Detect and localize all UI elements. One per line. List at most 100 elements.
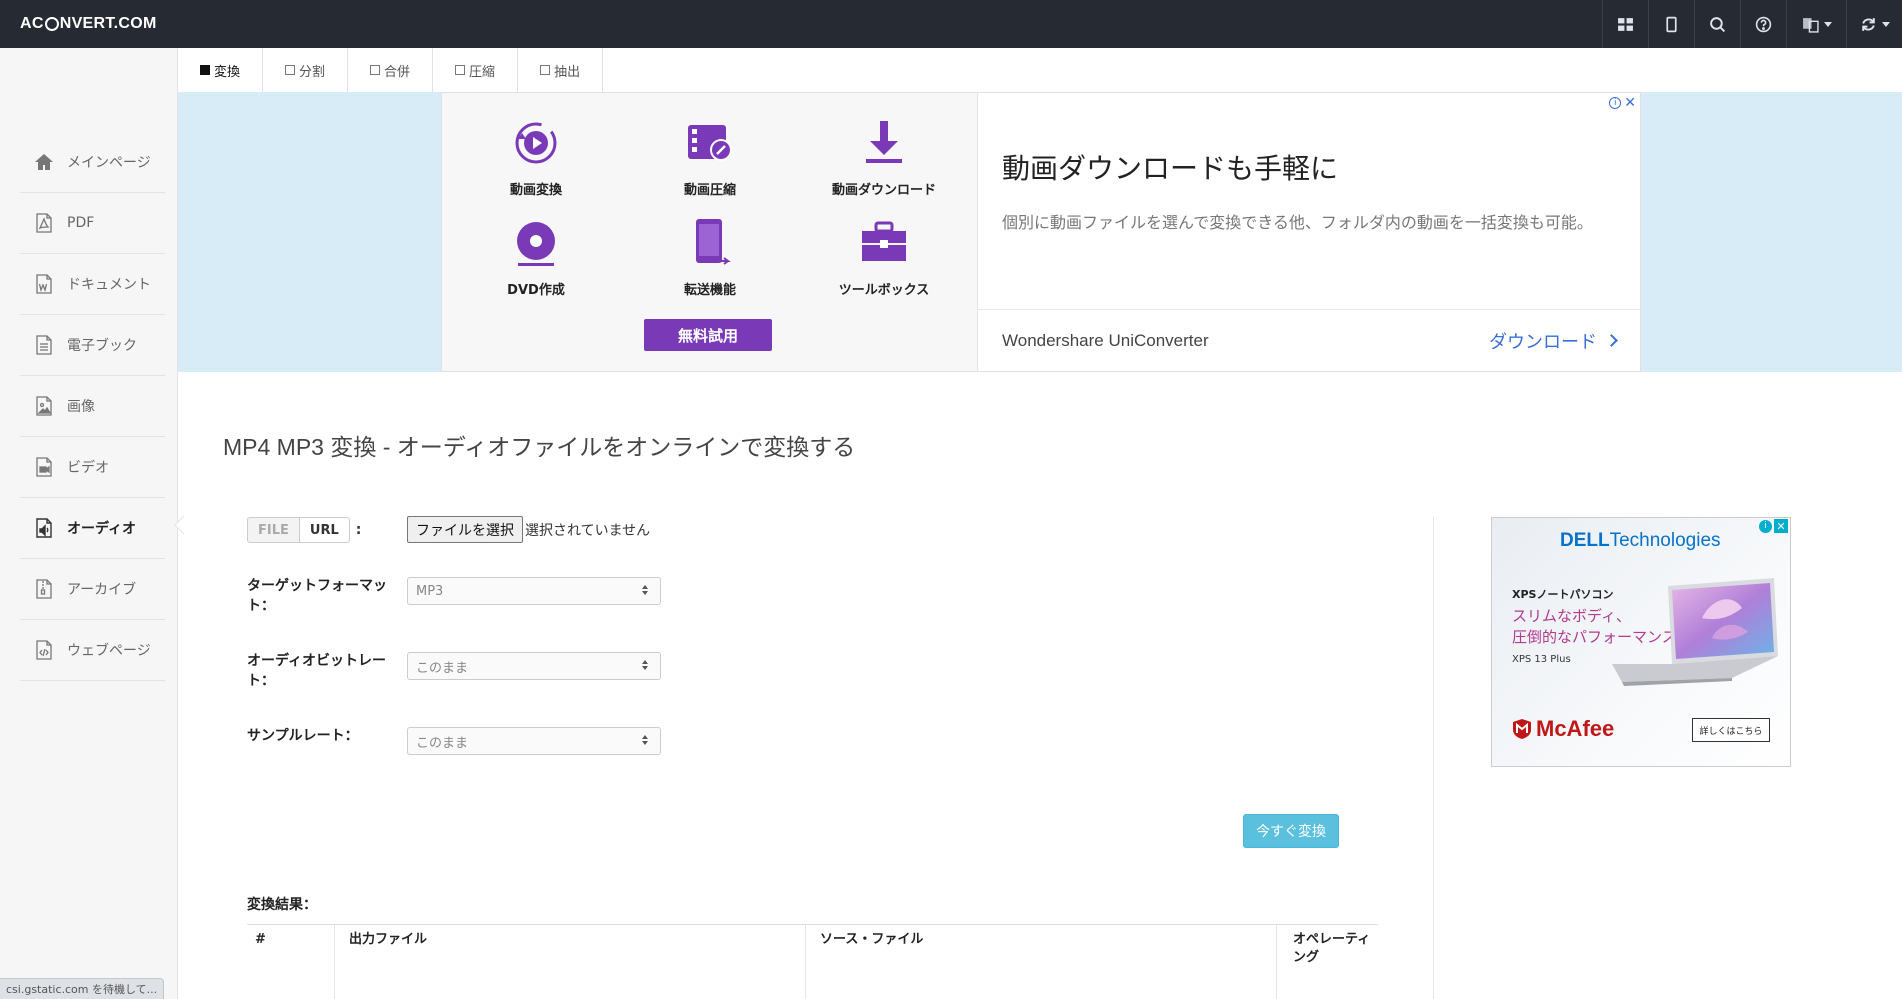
ad-choices[interactable]: i ✕ bbox=[1759, 519, 1788, 533]
sidebar-item-document[interactable]: ドキュメント bbox=[20, 254, 165, 315]
sidebar-item-audio[interactable]: オーディオ bbox=[20, 498, 194, 559]
toolbox-icon bbox=[862, 221, 906, 261]
mcafee-text: McAfee bbox=[1536, 716, 1615, 741]
sidebar-item-label: ウェブページ bbox=[67, 643, 151, 659]
grid-icon bbox=[1618, 17, 1633, 31]
sidebar-item-label: オーディオ bbox=[67, 521, 137, 537]
download-icon bbox=[866, 121, 902, 163]
help-button[interactable] bbox=[1740, 0, 1786, 48]
convert-now-button[interactable]: 今すぐ変換 bbox=[1243, 814, 1339, 848]
info-icon: i bbox=[1759, 519, 1772, 533]
dvd-icon bbox=[517, 222, 555, 266]
chevron-right-icon bbox=[1605, 334, 1618, 347]
sidebar-item-pdf[interactable]: PDF bbox=[20, 193, 165, 254]
target-format-label: ターゲットフォーマット： bbox=[247, 578, 387, 614]
content-divider bbox=[1433, 517, 1434, 999]
top-navbar: AC NVERT.COM bbox=[0, 0, 1902, 48]
ad-text-panel: i ✕ 動画ダウンロードも手軽に 個別に動画ファイルを選んで変換できる他、フォルダ… bbox=[978, 93, 1640, 371]
sidebar-item-video[interactable]: ビデオ bbox=[20, 437, 165, 498]
sample-rate-value: このまま bbox=[416, 735, 469, 751]
source-toggle: FILE URL : bbox=[247, 517, 361, 543]
ad-feature-panel: 動画変換 動画圧縮 動画ダウンロード DVD作成 転送機能 ツールボックス 無料… bbox=[442, 93, 978, 371]
ad-feature-toolbox[interactable]: ツールボックス bbox=[797, 217, 971, 317]
mobile-button[interactable] bbox=[1648, 0, 1694, 48]
mcafee-shield-icon bbox=[1513, 719, 1531, 739]
ad-download-label: ダウンロード bbox=[1489, 331, 1597, 353]
side-ad[interactable]: i ✕ DELLTechnologies XPSノートパソコン スリムなボディ、 … bbox=[1491, 517, 1791, 767]
sidebar-item-webpage[interactable]: ウェブページ bbox=[20, 620, 165, 681]
sidebar-item-home[interactable]: メインページ bbox=[20, 132, 165, 193]
ad-learn-more-button[interactable]: 詳しくはこちら bbox=[1692, 718, 1770, 742]
ad-feature-grid: 動画変換 動画圧縮 動画ダウンロード DVD作成 転送機能 ツールボックス bbox=[449, 117, 971, 317]
dell-logo: DELLTechnologies bbox=[1560, 530, 1721, 552]
bitrate-select[interactable]: このまま bbox=[407, 652, 661, 680]
ad-free-trial-button[interactable]: 無料試用 bbox=[644, 319, 772, 351]
select-arrows-icon bbox=[642, 660, 648, 670]
word-file-icon bbox=[33, 273, 55, 295]
ad-headline: 動画ダウンロードも手軽に bbox=[1002, 152, 1339, 185]
close-icon[interactable]: ✕ bbox=[1774, 519, 1788, 533]
ad-feature-label: DVD作成 bbox=[507, 283, 565, 298]
language-dropdown[interactable] bbox=[1786, 0, 1846, 48]
checkbox-icon bbox=[285, 65, 296, 75]
site-logo[interactable]: AC NVERT.COM bbox=[20, 15, 157, 33]
active-indicator bbox=[174, 515, 194, 535]
close-icon[interactable]: ✕ bbox=[1624, 95, 1636, 111]
mcafee-logo: McAfee bbox=[1512, 716, 1614, 742]
ad-feature-video-download[interactable]: 動画ダウンロード bbox=[797, 117, 971, 217]
video-file-icon bbox=[33, 456, 55, 478]
top-ad-banner[interactable]: 動画変換 動画圧縮 動画ダウンロード DVD作成 転送機能 ツールボックス 無料… bbox=[441, 92, 1641, 372]
sidebar-item-label: メインページ bbox=[67, 155, 151, 171]
ad-feature-video-convert[interactable]: 動画変換 bbox=[449, 117, 623, 217]
sidebar-item-image[interactable]: 画像 bbox=[20, 376, 165, 437]
logo-suffix: NVERT.COM bbox=[59, 15, 157, 32]
search-button[interactable] bbox=[1694, 0, 1740, 48]
bitrate-value: このまま bbox=[416, 660, 469, 676]
sidebar-item-archive[interactable]: アーカイブ bbox=[20, 559, 165, 620]
tab-extract[interactable]: 抽出 bbox=[518, 48, 604, 92]
source-file-tab[interactable]: FILE bbox=[247, 517, 300, 543]
tab-merge[interactable]: 合併 bbox=[348, 48, 434, 92]
choose-file-button[interactable]: ファイルを選択 bbox=[407, 516, 523, 543]
sidebar-item-label: ビデオ bbox=[67, 460, 109, 476]
tab-split[interactable]: 分割 bbox=[263, 48, 349, 92]
checkbox-checked-icon bbox=[200, 65, 210, 75]
header-actions bbox=[1602, 0, 1902, 48]
sample-rate-select[interactable]: このまま bbox=[407, 727, 661, 755]
mobile-icon bbox=[1666, 16, 1677, 32]
sidebar-item-label: ドキュメント bbox=[67, 277, 151, 293]
sidebar-item-ebook[interactable]: 電子ブック bbox=[20, 315, 165, 376]
ad-footer: Wondershare UniConverter ダウンロード bbox=[978, 309, 1640, 371]
ad-feature-dvd[interactable]: DVD作成 bbox=[449, 217, 623, 317]
select-arrows-icon bbox=[642, 585, 648, 595]
apps-grid-button[interactable] bbox=[1602, 0, 1648, 48]
archive-file-icon bbox=[33, 578, 55, 600]
no-file-text: 選択されていません bbox=[525, 523, 651, 539]
ad-feature-video-compress[interactable]: 動画圧縮 bbox=[623, 117, 797, 217]
ad-feature-transfer[interactable]: 転送機能 bbox=[623, 217, 797, 317]
source-colon: : bbox=[355, 522, 362, 538]
laptop-image bbox=[1612, 578, 1778, 686]
tab-label: 変換 bbox=[214, 64, 241, 80]
ad-download-link[interactable]: ダウンロード bbox=[1489, 328, 1618, 354]
refresh-icon bbox=[1861, 17, 1875, 31]
page-title: MP4 MP3 変換 - オーディオファイルをオンラインで変換する bbox=[223, 434, 856, 460]
ad-feature-label: 動画変換 bbox=[509, 183, 562, 198]
tab-label: 抽出 bbox=[554, 64, 581, 80]
chevron-down-icon bbox=[1881, 21, 1890, 27]
source-url-tab[interactable]: URL bbox=[299, 517, 350, 543]
column-header-source: ソース・ファイル bbox=[820, 932, 924, 947]
column-header-output: 出力ファイル bbox=[349, 932, 428, 947]
ad-model: XPS 13 Plus bbox=[1512, 654, 1571, 665]
sidebar-item-label: 電子ブック bbox=[67, 338, 137, 354]
video-compress-icon bbox=[688, 125, 732, 161]
select-arrows-icon bbox=[642, 735, 648, 745]
refresh-dropdown[interactable] bbox=[1846, 0, 1902, 48]
tab-convert[interactable]: 変換 bbox=[178, 48, 264, 92]
target-format-select[interactable]: MP3 bbox=[407, 577, 661, 605]
ad-choices[interactable]: i ✕ bbox=[1609, 95, 1636, 111]
results-label: 変換結果： bbox=[247, 897, 317, 913]
pdf-file-icon bbox=[33, 212, 55, 234]
tab-compress[interactable]: 圧縮 bbox=[433, 48, 519, 92]
language-icon bbox=[1802, 17, 1819, 33]
